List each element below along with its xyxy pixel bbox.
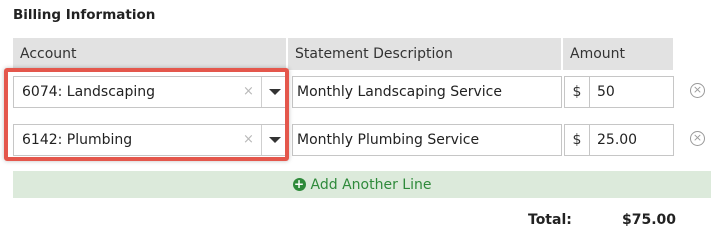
billing-section-title: Billing Information [13,7,156,23]
amount-input[interactable]: 50 [597,77,615,107]
amount-input[interactable]: 25.00 [597,125,637,155]
remove-line-icon[interactable]: × [690,131,705,146]
plus-circle-icon: + [292,177,306,191]
amount-input-group: $ 25.00 [564,124,674,156]
add-another-line-label: Add Another Line [310,176,432,193]
header-amount: Amount [570,46,626,62]
statement-description-input[interactable]: Monthly Plumbing Service [292,124,562,156]
currency-symbol: $ [565,77,590,107]
statement-description-input[interactable]: Monthly Landscaping Service [292,76,562,108]
amount-input-group: $ 50 [564,76,674,108]
add-another-line-button[interactable]: + Add Another Line [292,176,432,193]
add-line-bar: + Add Another Line [13,171,711,198]
total-value: $75.00 [622,212,677,228]
table-header: Account Statement Description Amount [13,38,673,70]
remove-line-icon[interactable]: × [690,83,705,98]
currency-symbol: $ [565,125,590,155]
header-account: Account [13,38,288,70]
account-highlight-box [4,68,289,161]
header-statement-description: Statement Description [288,38,563,70]
total-label: Total: [528,212,572,228]
